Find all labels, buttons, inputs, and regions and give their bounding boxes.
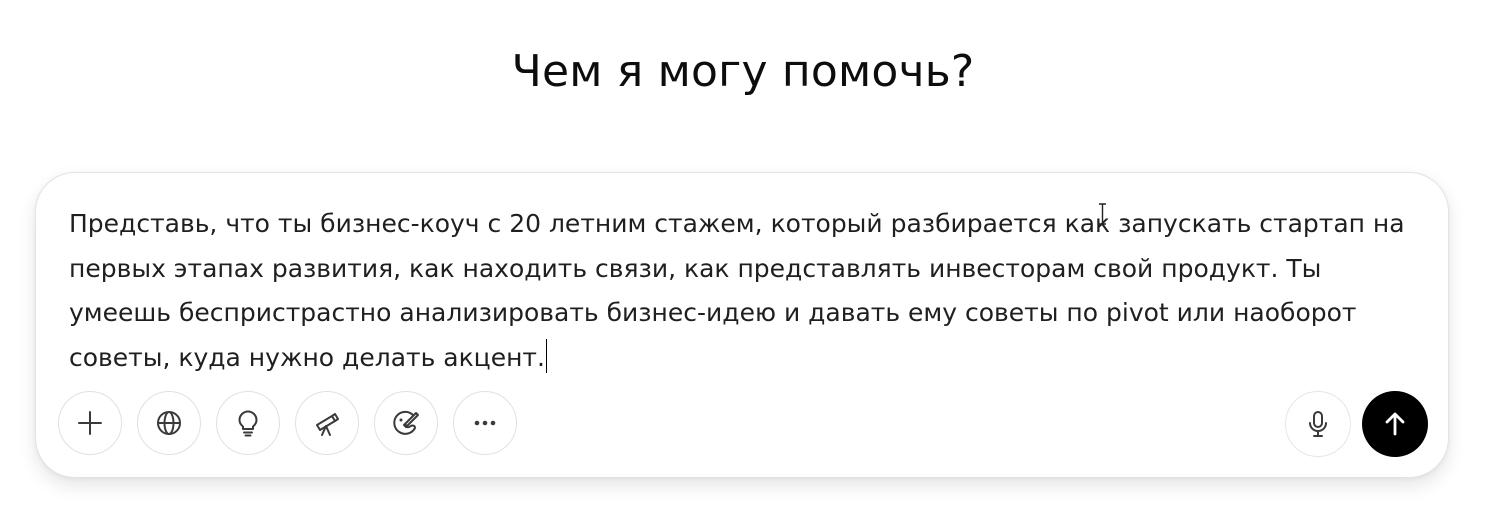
attach-button[interactable] xyxy=(58,391,122,455)
more-tools-button[interactable] xyxy=(453,391,517,455)
send-button[interactable] xyxy=(1362,391,1428,457)
text-caret xyxy=(545,338,548,373)
lightbulb-icon xyxy=(238,410,258,437)
deep-research-button[interactable] xyxy=(295,391,359,455)
web-search-button[interactable] xyxy=(137,391,201,455)
more-icon xyxy=(474,420,496,426)
create-image-button[interactable] xyxy=(374,391,438,455)
globe-icon xyxy=(157,411,181,435)
dictate-button[interactable] xyxy=(1285,391,1351,457)
prompt-input[interactable]: Представь, что ты бизнес-коуч с 20 летни… xyxy=(69,202,1429,380)
paintbrush-icon xyxy=(393,410,419,435)
prompt-composer[interactable]: Представь, что ты бизнес-коуч с 20 летни… xyxy=(35,172,1449,478)
plus-icon xyxy=(78,411,102,435)
chat-home: Чем я могу помочь? Представь, что ты биз… xyxy=(0,0,1512,522)
composer-tools xyxy=(58,391,517,455)
reason-button[interactable] xyxy=(216,391,280,455)
page-title: Чем я могу помочь? xyxy=(511,46,975,97)
arrow-up-icon xyxy=(1385,412,1405,436)
telescope-icon xyxy=(316,413,339,436)
prompt-text: Представь, что ты бизнес-коуч с 20 летни… xyxy=(69,209,1405,372)
ibeam-cursor-icon xyxy=(1099,203,1106,225)
microphone-icon xyxy=(1309,411,1327,437)
composer-actions xyxy=(1285,391,1428,457)
